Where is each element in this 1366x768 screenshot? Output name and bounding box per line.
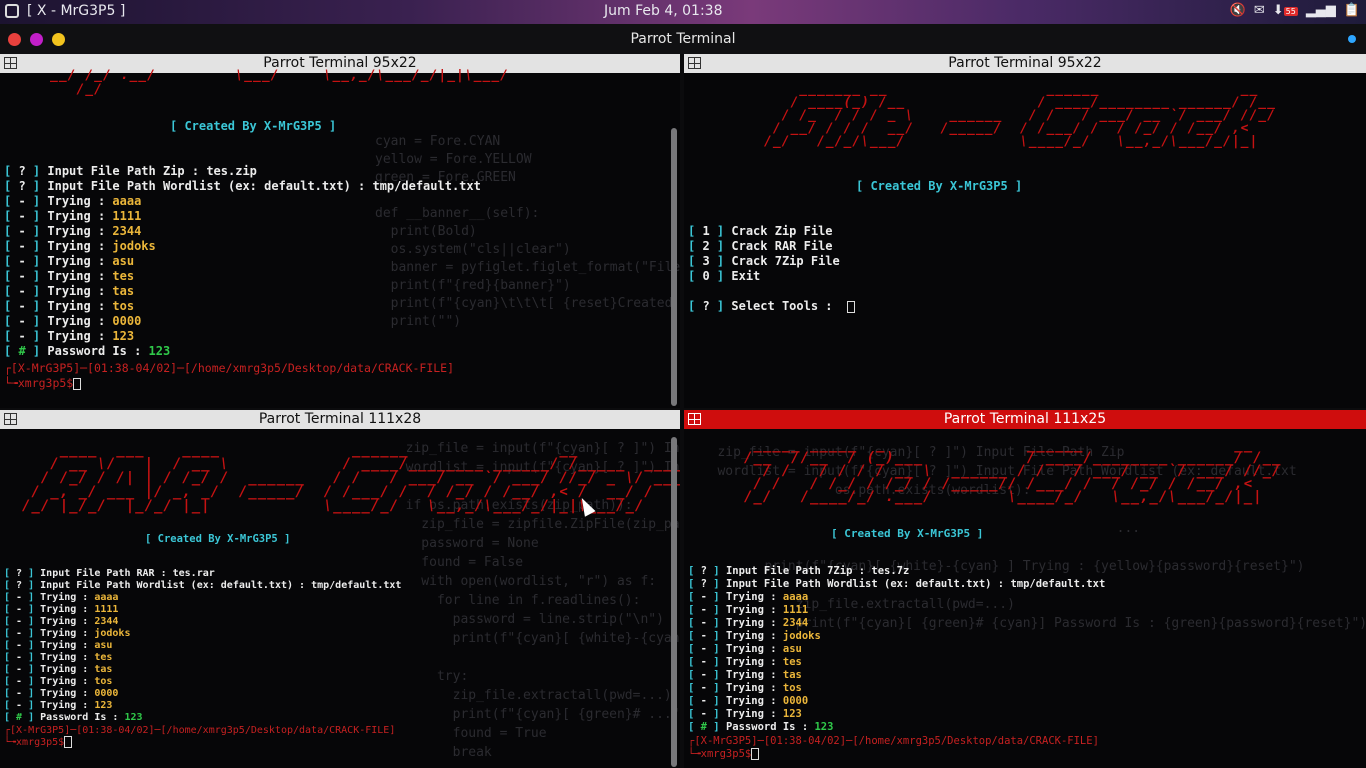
output-line: [ - ] Trying : tas <box>688 669 802 681</box>
output-line: [ - ] Trying : aaaa <box>4 194 142 208</box>
pane-header[interactable]: Parrot Terminal 111x28 <box>0 410 680 429</box>
output-line: [ ? ] Input File Path 7Zip : tes.7z <box>688 565 910 577</box>
output-line: [ ? ] Input File Path Wordlist (ex: defa… <box>4 580 402 591</box>
close-window-button[interactable] <box>8 33 21 46</box>
notification-dot-icon[interactable] <box>1348 35 1356 43</box>
clipboard-icon[interactable]: 📋 <box>1344 3 1360 18</box>
output-line: [ - ] Trying : 123 <box>4 700 113 711</box>
output-line: [ - ] Trying : 1111 <box>688 604 809 616</box>
select-tools-prompt[interactable]: [ ? ] Select Tools : <box>688 299 855 313</box>
network-icon[interactable]: ▂▄▆ <box>1306 3 1336 18</box>
output-line: [ 3 ] Crack 7Zip File <box>688 254 840 268</box>
terminal-pane-top-right[interactable]: Parrot Terminal 95x22 _______ __ ______ … <box>684 54 1366 408</box>
output-line: [ - ] Trying : tos <box>4 299 135 313</box>
output-line: [ ? ] Input File Path Wordlist (ex: defa… <box>688 578 1106 590</box>
output-line: [ - ] Trying : asu <box>688 643 802 655</box>
mail-icon[interactable]: ✉ <box>1254 3 1265 18</box>
output-line: [ - ] Trying : 123 <box>688 708 802 720</box>
background-code: cyan = Fore.CYAN yellow = Fore.YELLOW gr… <box>375 134 680 329</box>
created-by-label: [ Created By X-MrG3P5 ] <box>145 533 291 545</box>
output-line: [ - ] Trying : 0000 <box>688 695 809 707</box>
output-line: [ 0 ] Exit <box>688 269 761 283</box>
text-cursor <box>751 748 760 760</box>
scrollbar[interactable] <box>671 128 677 406</box>
update-icon[interactable]: ⬇ 55 <box>1273 3 1298 18</box>
pane-title: Parrot Terminal 111x28 <box>258 411 422 427</box>
shell-prompt-user[interactable]: └╼xmrg3p5$ <box>688 748 760 760</box>
output-line: [ - ] Trying : jodoks <box>688 630 821 642</box>
output-line: [ - ] Trying : jodoks <box>4 628 131 639</box>
output-line: [ - ] Trying : 1111 <box>4 209 142 223</box>
output-line: [ - ] Trying : 0000 <box>4 314 142 328</box>
system-tray: 🔇 ✉ ⬇ 55 ▂▄▆ 📋 <box>1230 3 1360 18</box>
output-line: [ - ] Trying : 123 <box>4 329 135 343</box>
output-line: [ - ] Trying : tos <box>688 682 802 694</box>
prompt-user: └╼xmrg3p5$ <box>4 737 65 748</box>
pane-title: Parrot Terminal 95x22 <box>948 55 1102 71</box>
top-panel: [ X - MrG3P5 ] Jum Feb 4, 01:38 🔇 ✉ ⬇ 55 … <box>0 0 1366 24</box>
output-line: [ - ] Trying : asu <box>4 640 113 651</box>
output-line: [ # ] Password Is : 123 <box>688 721 834 733</box>
text-cursor <box>73 377 82 390</box>
text-cursor <box>846 300 855 313</box>
output-line: [ - ] Trying : tes <box>688 656 802 668</box>
output-line: [ - ] Trying : aaaa <box>4 592 119 603</box>
output-line: [ - ] Trying : tas <box>4 664 113 675</box>
output-line: [ ? ] Input File Path Wordlist (ex: defa… <box>4 179 481 193</box>
ascii-banner-file-crack: _______ __ ______ __ / ____(_) /__ / ___… <box>764 82 1276 149</box>
pane-header[interactable]: Parrot Terminal 95x22 <box>684 54 1366 73</box>
shell-prompt-user[interactable]: └╼xmrg3p5$ <box>4 736 73 748</box>
pane-header[interactable]: Parrot Terminal 111x25 <box>684 410 1366 429</box>
terminal-pane-bottom-left[interactable]: Parrot Terminal 111x28 zip_file = input(… <box>0 410 680 768</box>
clock[interactable]: Jum Feb 4, 01:38 <box>604 3 722 19</box>
created-by-label: [ Created By X-MrG3P5 ] <box>170 119 337 133</box>
output-line: [ - ] Trying : 2344 <box>688 617 809 629</box>
pane-title: Parrot Terminal 111x25 <box>943 411 1107 427</box>
shell-prompt-path: ┌[X-MrG3P5]─[01:38-04/02]─[/home/xmrg3p5… <box>4 361 455 375</box>
split-pane-icon[interactable] <box>4 413 17 425</box>
output-line: [ - ] Trying : 2344 <box>4 224 142 238</box>
volume-icon[interactable]: 🔇 <box>1230 3 1246 18</box>
output-line: [ - ] Trying : aaaa <box>688 591 809 603</box>
terminal-pane-bottom-right[interactable]: Parrot Terminal 111x25 zip_file = input(… <box>684 410 1366 768</box>
terminal-pane-top-left[interactable]: Parrot Terminal 95x22 cyan = Fore.CYAN y… <box>0 54 680 408</box>
shell-prompt-path: ┌[X-MrG3P5]─[01:38-04/02]─[/home/xmrg3p5… <box>688 735 1099 747</box>
minimize-window-button[interactable] <box>52 33 65 46</box>
output-line: [ ? ] Input File Path Zip : tes.zip <box>4 164 257 178</box>
output-line: [ - ] Trying : tos <box>4 676 113 687</box>
window-menu-icon[interactable] <box>5 4 19 18</box>
window-title: Parrot Terminal <box>630 31 736 47</box>
split-pane-icon[interactable] <box>688 413 701 425</box>
output-line: [ # ] Password Is : 123 <box>4 344 171 358</box>
prompt-user: └╼xmrg3p5$ <box>4 376 74 390</box>
active-window-title[interactable]: [ X - MrG3P5 ] <box>27 3 125 19</box>
created-by-label: [ Created By X-MrG3P5 ] <box>831 527 984 540</box>
output-line: [ # ] Password Is : 123 <box>4 712 143 723</box>
created-by-label: [ Created By X-MrG3P5 ] <box>856 179 1023 193</box>
output-line: [ - ] Trying : tes <box>4 269 135 283</box>
split-pane-icon[interactable] <box>688 57 701 69</box>
output-line: [ - ] Trying : 2344 <box>4 616 119 627</box>
text-cursor <box>64 736 73 748</box>
prompt-user: └╼xmrg3p5$ <box>688 748 752 760</box>
output-line: [ 1 ] Crack Zip File <box>688 224 833 238</box>
update-badge: 55 <box>1283 7 1298 16</box>
output-line: [ - ] Trying : jodoks <box>4 239 156 253</box>
output-line: [ ? ] Input File Path RAR : tes.rar <box>4 568 215 579</box>
ascii-banner-fragment: __/ /_/ .__/ \___/ \__,_/\___/_/|_|\___/… <box>50 68 509 97</box>
shell-prompt-path: ┌[X-MrG3P5]─[01:38-04/02]─[/home/xmrg3p5… <box>4 725 396 736</box>
output-line: [ - ] Trying : tes <box>4 652 113 663</box>
output-line: [ - ] Trying : 0000 <box>4 688 119 699</box>
output-line: [ - ] Trying : tas <box>4 284 135 298</box>
output-line: [ 2 ] Crack RAR File <box>688 239 833 253</box>
ascii-banner-7zip-crack: _____ _____ _ ______ __ /__ //__ / (_)__… <box>744 437 1282 505</box>
scrollbar[interactable] <box>671 437 677 767</box>
window-titlebar: Parrot Terminal <box>0 24 1366 54</box>
output-line: [ - ] Trying : asu <box>4 254 135 268</box>
shell-prompt-user[interactable]: └╼xmrg3p5$ <box>4 376 82 390</box>
maximize-window-button[interactable] <box>30 33 43 46</box>
output-line: [ - ] Trying : 1111 <box>4 604 119 615</box>
split-pane-icon[interactable] <box>4 57 17 69</box>
